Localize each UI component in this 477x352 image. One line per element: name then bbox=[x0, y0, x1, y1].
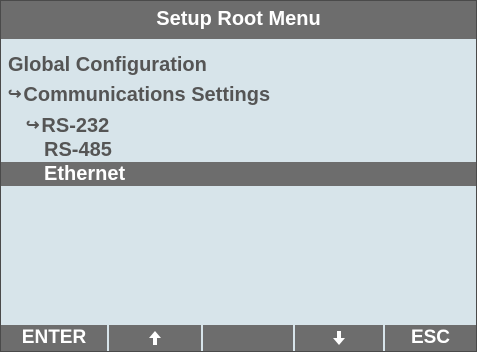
down-arrow-icon bbox=[333, 331, 345, 345]
submenu-arrow-icon: ↪ bbox=[8, 86, 22, 103]
page-title: Setup Root Menu bbox=[156, 8, 321, 30]
menu-item-rs-485[interactable]: RS-485 bbox=[1, 138, 476, 162]
down-button[interactable] bbox=[293, 325, 383, 351]
menu-item-label: RS-485 bbox=[44, 139, 112, 161]
up-arrow-icon bbox=[149, 331, 161, 345]
up-button[interactable] bbox=[107, 325, 201, 351]
menu-item-label: Ethernet bbox=[44, 163, 126, 185]
enter-button[interactable]: ENTER bbox=[1, 325, 107, 351]
menu-item-label: Communications Settings bbox=[23, 84, 271, 106]
submenu-arrow-icon: ↪ bbox=[26, 117, 40, 134]
menu-item-global-configuration[interactable]: Global Configuration bbox=[1, 53, 476, 77]
menu-item-label: RS-232 bbox=[41, 115, 110, 137]
menu-item-rs-232[interactable]: ↪ RS-232 bbox=[1, 114, 476, 138]
menu-item-label: Global Configuration bbox=[8, 54, 207, 76]
title-bar: Setup Root Menu bbox=[1, 1, 476, 39]
esc-button[interactable]: ESC bbox=[383, 325, 476, 351]
device-screen: Setup Root Menu Global Configuration ↪ Co… bbox=[0, 0, 477, 352]
esc-button-label: ESC bbox=[410, 327, 451, 348]
softkey-bar: ENTER ESC bbox=[1, 325, 476, 351]
menu-item-communications-settings[interactable]: ↪ Communications Settings bbox=[1, 83, 476, 107]
blank-softkey[interactable] bbox=[201, 325, 293, 351]
enter-button-label: ENTER bbox=[21, 327, 87, 348]
menu-item-ethernet[interactable]: Ethernet bbox=[1, 162, 476, 186]
